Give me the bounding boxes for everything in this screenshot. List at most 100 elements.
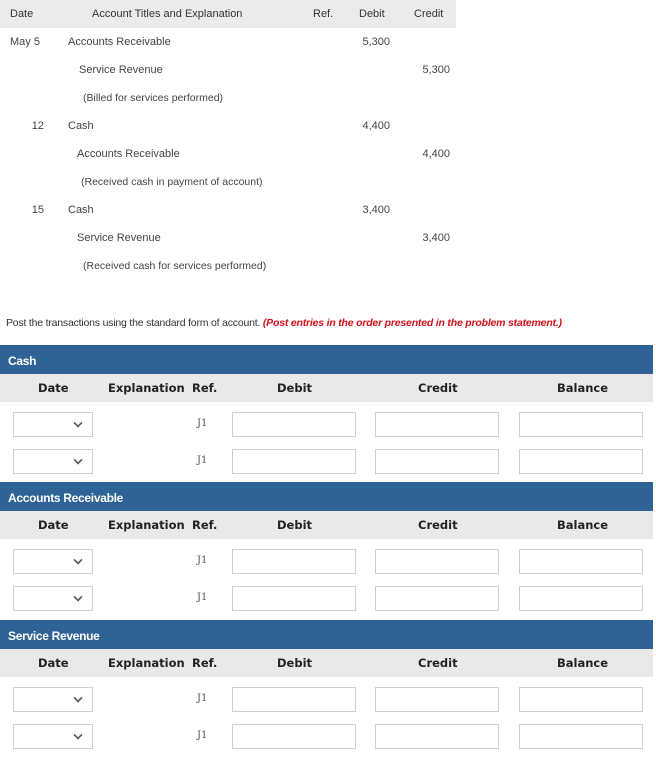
col-explanation: Explanation <box>108 518 185 532</box>
col-credit: Credit <box>418 518 458 532</box>
credit-input[interactable] <box>375 412 499 437</box>
chevron-down-icon <box>73 592 83 602</box>
debit-input[interactable] <box>232 449 356 474</box>
ledger-cash: Cash Date Explanation Ref. Debit Credit … <box>0 345 653 476</box>
journal-debit: 3,400 <box>362 204 390 216</box>
col-date: Date <box>38 656 69 670</box>
journal-credit: 5,300 <box>422 64 450 76</box>
credit-input[interactable] <box>375 549 499 574</box>
journal-header-date: Date <box>10 8 34 20</box>
journal-credit: 4,400 <box>422 148 450 160</box>
credit-input[interactable] <box>375 586 499 611</box>
ledger-title: Accounts Receivable <box>0 482 653 511</box>
journal-account: Accounts Receivable <box>77 148 180 160</box>
balance-input[interactable] <box>519 549 643 574</box>
journal-explanation: (Received cash for services performed) <box>83 260 267 272</box>
col-date: Date <box>38 381 69 395</box>
balance-input[interactable] <box>519 449 643 474</box>
journal-account: Accounts Receivable <box>68 36 171 48</box>
debit-input[interactable] <box>232 412 356 437</box>
col-credit: Credit <box>418 656 458 670</box>
journal-header-account: Account Titles and Explanation <box>92 8 243 20</box>
instructions-note: (Post entries in the order presented in … <box>262 317 562 329</box>
col-date: Date <box>38 518 69 532</box>
debit-input[interactable] <box>232 586 356 611</box>
journal-row: (Billed for services performed) <box>0 84 456 112</box>
journal-header: Date Account Titles and Explanation Ref.… <box>0 0 456 28</box>
chevron-down-icon <box>73 555 83 565</box>
ledger-column-header: Date Explanation Ref. Debit Credit Balan… <box>0 374 653 402</box>
date-select[interactable] <box>13 586 93 611</box>
journal-account: Cash <box>68 204 94 216</box>
debit-input[interactable] <box>232 724 356 749</box>
journal-header-credit: Credit <box>414 8 444 20</box>
credit-input[interactable] <box>375 687 499 712</box>
journal-row: May 5 Accounts Receivable 5,300 <box>0 28 456 56</box>
credit-input[interactable] <box>375 724 499 749</box>
ledger-row: J1 <box>0 439 653 476</box>
col-ref: Ref. <box>192 381 218 395</box>
credit-input[interactable] <box>375 449 499 474</box>
ledger-row: J1 <box>0 576 653 613</box>
ledger-title: Cash <box>0 345 653 374</box>
col-debit: Debit <box>277 381 313 395</box>
journal-debit: 4,400 <box>362 120 390 132</box>
journal-debit: 5,300 <box>362 36 390 48</box>
col-balance: Balance <box>557 381 609 395</box>
col-explanation: Explanation <box>108 381 185 395</box>
balance-input[interactable] <box>519 586 643 611</box>
balance-input[interactable] <box>519 724 643 749</box>
col-debit: Debit <box>277 656 313 670</box>
chevron-down-icon <box>73 418 83 428</box>
journal-date: 12 <box>31 120 44 132</box>
ledger-row: J1 <box>0 539 653 576</box>
journal-row: Service Revenue 3,400 <box>0 224 456 252</box>
journal-row: (Received cash in payment of account) <box>0 168 456 196</box>
journal-explanation: (Billed for services performed) <box>83 92 224 104</box>
journal-account: Service Revenue <box>79 64 163 76</box>
debit-input[interactable] <box>232 687 356 712</box>
ledger-accounts-receivable: Accounts Receivable Date Explanation Ref… <box>0 482 653 613</box>
journal-header-debit: Debit <box>359 8 385 20</box>
date-select[interactable] <box>13 687 93 712</box>
ledger-row: J1 <box>0 402 653 439</box>
journal-account: Cash <box>68 120 94 132</box>
ref-value: J1 <box>197 455 208 466</box>
date-select[interactable] <box>13 724 93 749</box>
journal-row: Accounts Receivable 4,400 <box>0 140 456 168</box>
ref-value: J1 <box>197 418 208 429</box>
journal-header-ref: Ref. <box>313 8 334 20</box>
col-debit: Debit <box>277 518 313 532</box>
balance-input[interactable] <box>519 687 643 712</box>
balance-input[interactable] <box>519 412 643 437</box>
journal-row: Service Revenue 5,300 <box>0 56 456 84</box>
chevron-down-icon <box>73 730 83 740</box>
instructions-main: Post the transactions using the standard… <box>6 317 263 329</box>
chevron-down-icon <box>73 455 83 465</box>
ref-value: J1 <box>197 730 208 741</box>
ledger-column-header: Date Explanation Ref. Debit Credit Balan… <box>0 511 653 539</box>
ledger-column-header: Date Explanation Ref. Debit Credit Balan… <box>0 649 653 677</box>
ref-value: J1 <box>197 693 208 704</box>
journal-account: Service Revenue <box>77 232 161 244</box>
journal-date: 15 <box>31 204 44 216</box>
date-select[interactable] <box>13 412 93 437</box>
journal-date: May 5 <box>10 36 40 48</box>
col-ref: Ref. <box>192 656 218 670</box>
journal-row: (Received cash for services performed) <box>0 252 456 280</box>
journal-row: 12 Cash 4,400 <box>0 112 456 140</box>
debit-input[interactable] <box>232 549 356 574</box>
col-credit: Credit <box>418 381 458 395</box>
date-select[interactable] <box>13 449 93 474</box>
journal-credit: 3,400 <box>422 232 450 244</box>
date-select[interactable] <box>13 549 93 574</box>
ledger-service-revenue: Service Revenue Date Explanation Ref. De… <box>0 620 653 751</box>
journal-explanation: (Received cash in payment of account) <box>81 176 263 188</box>
journal-entries-table: Date Account Titles and Explanation Ref.… <box>0 0 456 280</box>
chevron-down-icon <box>73 693 83 703</box>
ref-value: J1 <box>197 555 208 566</box>
ledger-row: J1 <box>0 714 653 751</box>
instructions-text: Post the transactions using the standard… <box>6 317 562 329</box>
col-balance: Balance <box>557 518 609 532</box>
ledger-row: J1 <box>0 677 653 714</box>
